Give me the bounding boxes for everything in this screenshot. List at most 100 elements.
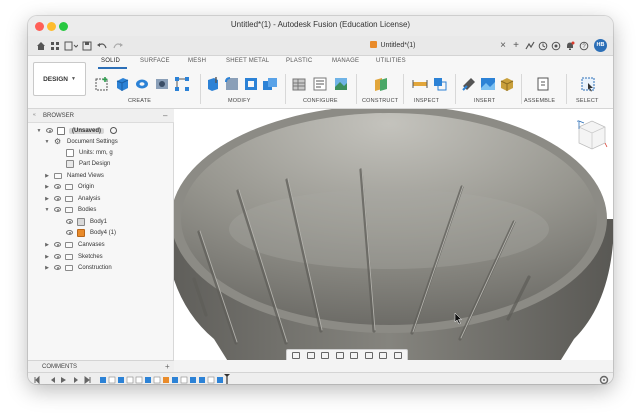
visibility-eye-icon[interactable] xyxy=(66,219,73,224)
select-window-icon[interactable] xyxy=(580,76,596,92)
fillet-icon[interactable] xyxy=(224,76,240,92)
units-ruler-icon xyxy=(66,148,74,157)
data-panel-grid-icon[interactable] xyxy=(50,40,60,51)
tree-label: Part Design xyxy=(79,160,111,167)
hole-icon[interactable] xyxy=(154,76,170,92)
new-tab-icon[interactable]: + xyxy=(512,40,520,51)
tab-solid[interactable]: SOLID xyxy=(101,58,120,64)
create-sketch-icon[interactable] xyxy=(94,76,110,92)
tree-root-unsaved[interactable]: ▼ (Unsaved) xyxy=(36,125,118,136)
tree-item-part-design[interactable]: Part Design xyxy=(66,158,110,169)
group-construct[interactable]: CONSTRUCT xyxy=(362,98,398,104)
chevron-down-icon: ▼ xyxy=(70,76,76,82)
play-icon xyxy=(61,377,66,383)
view-cube[interactable]: z xyxy=(576,117,608,153)
revolve-icon[interactable] xyxy=(134,76,150,92)
tree-item-body1[interactable]: Body1 xyxy=(66,216,107,227)
tree-label: Construction xyxy=(78,264,112,271)
configure-rule-icon[interactable] xyxy=(312,76,328,92)
document-icon xyxy=(57,126,65,135)
caret-right-icon: ▶ xyxy=(45,183,49,190)
insert-canvas-icon[interactable] xyxy=(480,76,496,92)
tree-item-bodies[interactable]: ▼ Bodies xyxy=(44,204,96,215)
tree-item-analysis[interactable]: ▶ Analysis xyxy=(44,193,100,204)
tree-item-canvases[interactable]: ▶ Canvases xyxy=(44,239,105,250)
help-online-icon[interactable] xyxy=(551,40,561,51)
browser-minimize-button[interactable]: – xyxy=(163,111,167,120)
offset-plane-icon[interactable] xyxy=(373,76,389,92)
bowl-model[interactable] xyxy=(174,109,613,360)
tree-item-origin[interactable]: ▶ Origin xyxy=(44,181,94,192)
browser-panel: « BROWSER – ▼ (Unsaved) ▼ ⚙ Document Set… xyxy=(28,109,174,360)
pan-hand-icon[interactable] xyxy=(321,352,330,359)
viewports-icon[interactable] xyxy=(393,352,402,359)
new-component-icon[interactable] xyxy=(535,76,551,92)
undo-icon[interactable] xyxy=(96,40,108,51)
close-tab-icon[interactable]: × xyxy=(499,40,507,51)
insert-derive-icon[interactable] xyxy=(461,76,477,92)
group-assemble[interactable]: ASSEMBLE xyxy=(524,98,555,104)
caret-down-icon: ▼ xyxy=(44,138,50,145)
look-at-icon[interactable] xyxy=(306,352,315,359)
visibility-eye-icon[interactable] xyxy=(54,196,61,201)
tab-sheet-metal[interactable]: SHEET METAL xyxy=(226,58,269,64)
group-modify[interactable]: MODIFY xyxy=(228,98,251,104)
combine-icon[interactable] xyxy=(262,76,278,92)
tree-item-document-settings[interactable]: ▼ ⚙ Document Settings xyxy=(44,136,118,147)
file-menu-icon[interactable] xyxy=(64,40,78,51)
zoom-icon[interactable] xyxy=(335,352,344,359)
insert-mcmaster-icon[interactable] xyxy=(499,76,515,92)
tree-item-units[interactable]: Units: mm, g xyxy=(66,147,113,158)
group-select[interactable]: SELECT xyxy=(576,98,599,104)
orbit-icon[interactable] xyxy=(292,352,301,359)
activate-radio-icon[interactable] xyxy=(110,127,118,134)
configure-table-icon[interactable] xyxy=(291,76,307,92)
3d-viewport[interactable]: z xyxy=(174,109,613,360)
caret-right-icon: ▶ xyxy=(45,195,49,202)
shell-icon[interactable] xyxy=(243,76,259,92)
fit-icon[interactable] xyxy=(350,352,359,359)
save-icon[interactable] xyxy=(82,40,92,51)
tab-manage[interactable]: MANAGE xyxy=(332,58,359,64)
extrude-icon[interactable] xyxy=(114,76,130,92)
window-title: Untitled*(1) - Autodesk Fusion (Educatio… xyxy=(230,20,411,29)
visibility-eye-icon[interactable] xyxy=(54,242,61,247)
notifications-bell-icon[interactable] xyxy=(565,40,575,51)
help-icon[interactable]: ? xyxy=(579,40,589,51)
grid-settings-icon[interactable] xyxy=(379,352,388,359)
press-pull-icon[interactable] xyxy=(205,76,221,92)
tree-item-sketches[interactable]: ▶ Sketches xyxy=(44,251,103,262)
visibility-eye-icon[interactable] xyxy=(54,207,61,212)
workspace-switcher-button[interactable]: DESIGN ▼ xyxy=(33,62,86,96)
tree-item-named-views[interactable]: ▶ Named Views xyxy=(44,170,104,181)
tree-item-body4[interactable]: Body4 (1) xyxy=(66,227,116,238)
document-cube-icon xyxy=(370,41,378,48)
tree-item-construction[interactable]: ▶ Construction xyxy=(44,262,112,273)
redo-icon[interactable] xyxy=(112,40,124,51)
user-avatar[interactable]: HB xyxy=(594,39,607,52)
visibility-eye-icon[interactable] xyxy=(54,254,61,259)
pattern-icon[interactable] xyxy=(174,76,190,92)
group-create[interactable]: CREATE xyxy=(128,98,151,104)
visibility-eye-icon[interactable] xyxy=(66,230,73,235)
tab-surface[interactable]: SURFACE xyxy=(140,58,170,64)
extensions-icon[interactable] xyxy=(525,40,535,51)
tab-plastic[interactable]: PLASTIC xyxy=(286,58,312,64)
visibility-eye-icon[interactable] xyxy=(54,184,61,189)
configure-theme-icon[interactable] xyxy=(333,76,349,92)
visibility-eye-icon[interactable] xyxy=(46,128,53,133)
display-settings-icon[interactable] xyxy=(364,352,373,359)
document-tab[interactable]: Untitled*(1) xyxy=(283,39,503,53)
visibility-eye-icon[interactable] xyxy=(54,265,61,270)
group-configure[interactable]: CONFIGURE xyxy=(303,98,338,104)
home-icon[interactable] xyxy=(36,40,46,51)
group-insert[interactable]: INSERT xyxy=(474,98,495,104)
measure-icon[interactable] xyxy=(412,76,428,92)
job-status-icon[interactable] xyxy=(538,40,548,51)
group-inspect[interactable]: INSPECT xyxy=(414,98,439,104)
section-analysis-icon[interactable] xyxy=(432,76,448,92)
part-design-icon xyxy=(66,159,74,168)
browser-collapse-icon[interactable]: « xyxy=(33,112,36,118)
tab-utilities[interactable]: UTILITIES xyxy=(376,58,406,64)
tab-mesh[interactable]: MESH xyxy=(188,58,206,64)
